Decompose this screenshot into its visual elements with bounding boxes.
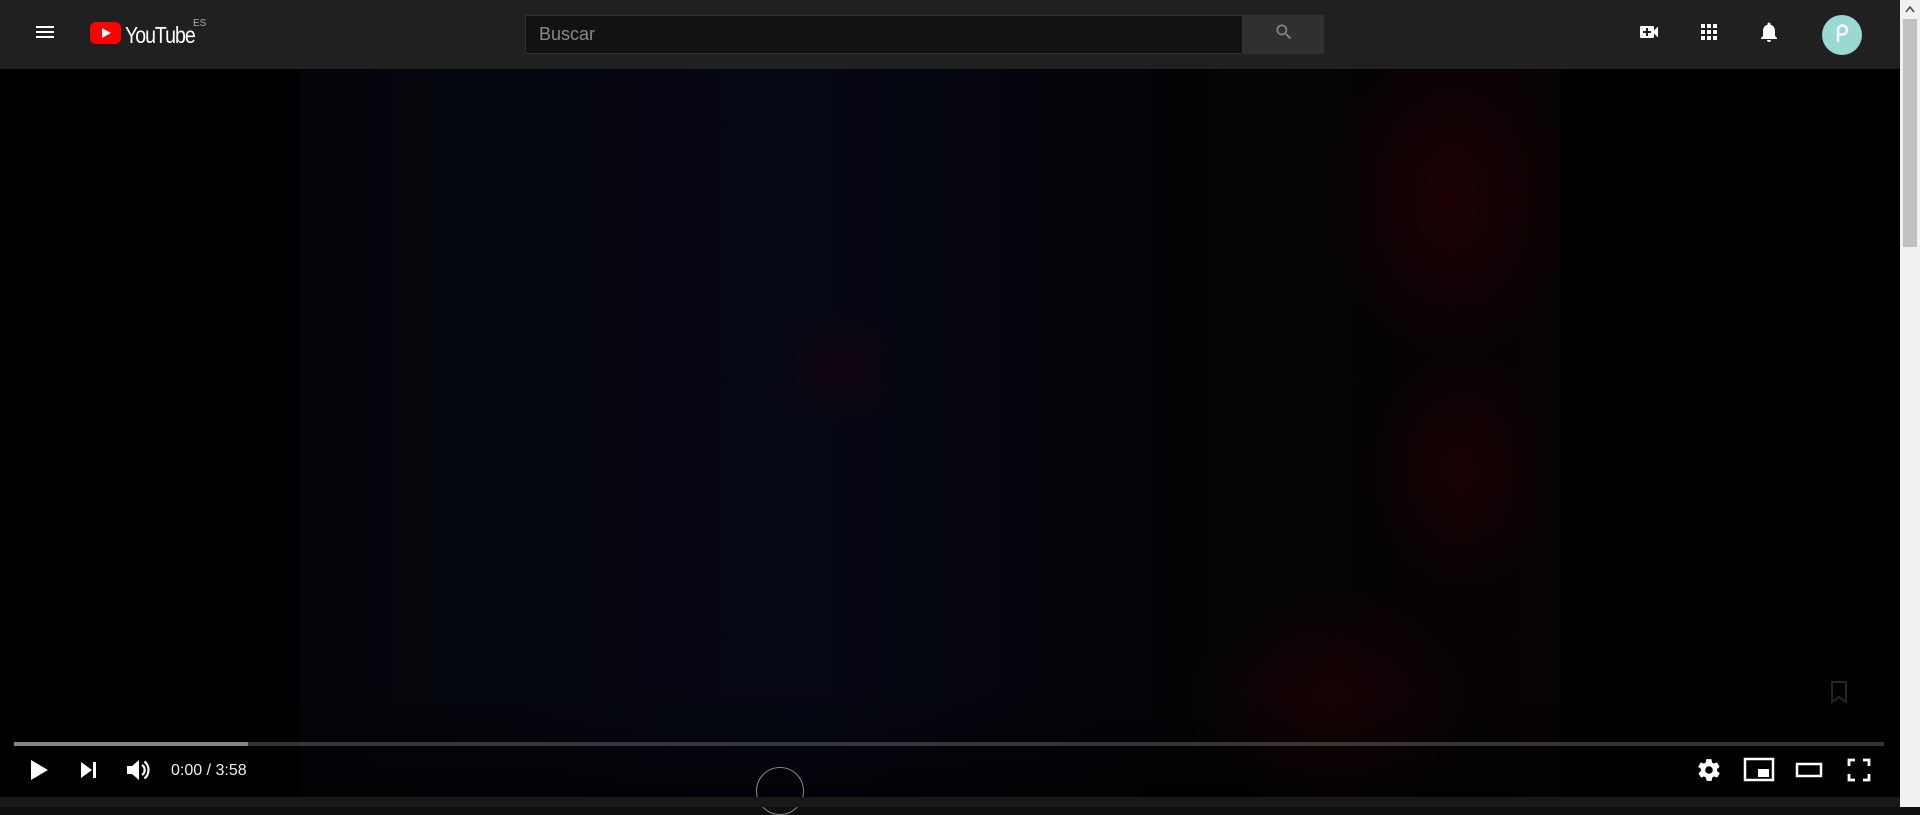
theater-mode-button[interactable]	[1785, 748, 1833, 796]
mouse-cursor-ring	[756, 767, 804, 815]
scroll-up-button[interactable]	[1900, 0, 1920, 18]
create-video-icon	[1637, 20, 1661, 49]
progress-bar[interactable]	[14, 742, 1884, 746]
notifications-icon	[1757, 20, 1781, 49]
settings-icon	[1696, 757, 1722, 788]
logo-country-code: ES	[193, 18, 207, 29]
play-icon	[23, 755, 53, 790]
notifications-button[interactable]	[1749, 14, 1789, 54]
guide-menu-button[interactable]	[25, 14, 65, 54]
logo-wordmark: YouTube	[125, 21, 196, 48]
volume-icon	[123, 755, 153, 790]
play-button[interactable]	[14, 748, 62, 796]
settings-button[interactable]	[1685, 748, 1733, 796]
fullscreen-icon	[1846, 757, 1872, 788]
apps-button[interactable]	[1689, 14, 1729, 54]
search-button[interactable]	[1243, 15, 1324, 54]
menu-icon	[33, 20, 57, 49]
chevron-up-icon	[1905, 0, 1915, 18]
below-player-strip	[0, 797, 1900, 807]
search-icon	[1274, 22, 1294, 47]
page-scrollbar[interactable]	[1900, 0, 1920, 807]
miniplayer-button[interactable]	[1735, 748, 1783, 796]
progress-loaded	[14, 742, 248, 746]
volume-button[interactable]	[114, 748, 162, 796]
masthead: YouTube ES	[0, 0, 1900, 69]
create-video-button[interactable]	[1629, 14, 1669, 54]
scrollbar-thumb[interactable]	[1903, 19, 1917, 247]
search-input[interactable]	[526, 16, 1242, 53]
video-player[interactable]: 0:00 / 3:58	[0, 69, 1900, 797]
apps-icon	[1697, 20, 1721, 49]
avatar-p-logo-icon	[1829, 20, 1855, 51]
player-controls: 0:00 / 3:58	[0, 748, 1900, 796]
time-display: 0:00 / 3:58	[171, 762, 247, 779]
miniplayer-icon	[1743, 757, 1775, 788]
theater-mode-icon	[1795, 759, 1823, 786]
youtube-logo[interactable]: YouTube ES	[90, 18, 207, 50]
youtube-play-logo-icon	[90, 21, 121, 49]
search-box	[525, 15, 1243, 54]
avatar[interactable]	[1822, 15, 1862, 55]
next-icon	[76, 757, 102, 788]
next-button[interactable]	[65, 748, 113, 796]
fullscreen-button[interactable]	[1835, 748, 1883, 796]
